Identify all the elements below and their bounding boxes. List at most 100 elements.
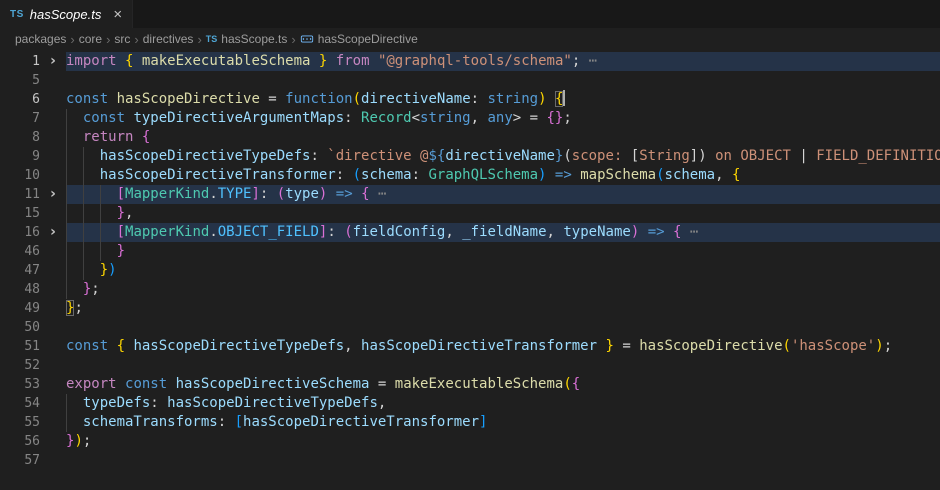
code-token: : xyxy=(218,414,235,430)
tab-title: hasScope.ts xyxy=(30,7,102,22)
code-line[interactable]: 7 const typeDirectiveArgumentMaps: Recor… xyxy=(0,109,940,128)
tab-hasscope-ts[interactable]: TS hasScope.ts × xyxy=(0,0,133,28)
code-editor[interactable]: 1›import { makeExecutableSchema } from "… xyxy=(0,50,940,470)
breadcrumb-item-directives[interactable]: directives xyxy=(143,32,194,46)
code-line[interactable]: 47 }) xyxy=(0,261,940,280)
code-token: MapperKind xyxy=(125,224,209,240)
code-token: : xyxy=(344,110,361,126)
code-content: [MapperKind.OBJECT_FIELD]: (fieldConfig,… xyxy=(66,223,940,242)
code-line[interactable]: 52 xyxy=(0,356,940,375)
code-token: : xyxy=(336,167,353,183)
code-line[interactable]: 50 xyxy=(0,318,940,337)
code-line[interactable]: 9 hasScopeDirectiveTypeDefs: `directive … xyxy=(0,147,940,166)
code-token: ] xyxy=(251,186,259,202)
code-token: directiveName xyxy=(445,148,555,164)
code-token: hasScopeDirectiveTransformer xyxy=(361,338,597,354)
code-token: string xyxy=(420,110,471,126)
code-token: makeExecutableSchema xyxy=(142,53,311,69)
code-content: } xyxy=(66,242,940,261)
line-number: 51 xyxy=(0,337,40,356)
code-token: ] xyxy=(479,414,487,430)
fold-gutter xyxy=(40,90,66,109)
gutter: 10 xyxy=(0,166,66,185)
code-token: { xyxy=(117,338,125,354)
close-icon[interactable]: × xyxy=(113,7,122,22)
code-token: ]) xyxy=(690,148,707,164)
fold-collapsed-icon[interactable]: › xyxy=(40,185,66,204)
breadcrumb-item-src[interactable]: src xyxy=(114,32,130,46)
code-line[interactable]: 8 return { xyxy=(0,128,940,147)
code-line[interactable]: 6const hasScopeDirective = function(dire… xyxy=(0,90,940,109)
code-token: ⋯ xyxy=(681,224,698,240)
code-token: ) xyxy=(875,338,883,354)
fold-collapsed-icon[interactable]: › xyxy=(40,223,66,242)
gutter: 5 xyxy=(0,71,66,90)
breadcrumb-item-core[interactable]: core xyxy=(79,32,102,46)
code-line[interactable]: 57 xyxy=(0,451,940,470)
fold-collapsed-icon[interactable]: › xyxy=(40,52,66,71)
breadcrumb-item-hasscope-ts[interactable]: TShasScope.ts xyxy=(206,32,288,46)
code-token: `directive @ xyxy=(327,148,428,164)
code-token: return xyxy=(83,129,142,145)
code-line[interactable]: 51const { hasScopeDirectiveTypeDefs, has… xyxy=(0,337,940,356)
code-line[interactable]: 49}; xyxy=(0,299,940,318)
code-token: ( xyxy=(344,224,352,240)
code-line[interactable]: 48 }; xyxy=(0,280,940,299)
code-token: ; xyxy=(884,338,892,354)
breadcrumb-item-hasscopedirective[interactable]: hasScopeDirective xyxy=(300,32,418,46)
code-line[interactable]: 5 xyxy=(0,71,940,90)
code-token: , xyxy=(471,110,488,126)
code-token: < xyxy=(412,110,420,126)
code-line[interactable]: 55 schemaTransforms: [hasScopeDirectiveT… xyxy=(0,413,940,432)
code-text: import { makeExecutableSchema } from "@g… xyxy=(66,52,940,71)
gutter: 15 xyxy=(0,204,66,223)
code-line[interactable]: 15 }, xyxy=(0,204,940,223)
code-token xyxy=(353,186,361,202)
code-text: }; xyxy=(66,280,940,299)
code-line[interactable]: 53export const hasScopeDirectiveSchema =… xyxy=(0,375,940,394)
code-line[interactable]: 16› [MapperKind.OBJECT_FIELD]: (fieldCon… xyxy=(0,223,940,242)
code-line[interactable]: 11› [MapperKind.TYPE]: (type) => { ⋯ xyxy=(0,185,940,204)
code-content: typeDefs: hasScopeDirectiveTypeDefs, xyxy=(66,394,940,413)
fold-gutter xyxy=(40,318,66,337)
code-token: => xyxy=(555,167,572,183)
code-line[interactable]: 56}); xyxy=(0,432,940,451)
code-token: schemaTransforms xyxy=(83,414,218,430)
code-line[interactable]: 54 typeDefs: hasScopeDirectiveTypeDefs, xyxy=(0,394,940,413)
code-token: hasScopeDirective xyxy=(117,91,260,107)
line-number: 55 xyxy=(0,413,40,432)
line-number: 49 xyxy=(0,299,40,318)
code-token: = xyxy=(260,91,285,107)
code-content: }) xyxy=(66,261,940,280)
code-line[interactable]: 46 } xyxy=(0,242,940,261)
code-token xyxy=(66,281,83,297)
code-token: : xyxy=(412,167,429,183)
code-token: const xyxy=(66,338,117,354)
code-line[interactable]: 1›import { makeExecutableSchema } from "… xyxy=(0,52,940,71)
gutter: 50 xyxy=(0,318,66,337)
gutter: 1› xyxy=(0,52,66,71)
code-token xyxy=(66,243,117,259)
code-token xyxy=(66,186,117,202)
breadcrumb-item-packages[interactable]: packages xyxy=(15,32,66,46)
code-token: import xyxy=(66,53,125,69)
code-content: hasScopeDirectiveTransformer: (schema: G… xyxy=(66,166,940,185)
code-token: } xyxy=(100,262,108,278)
breadcrumb-separator: › xyxy=(291,32,295,47)
code-token: on OBJECT xyxy=(707,148,800,164)
code-token: . xyxy=(209,224,217,240)
code-line[interactable]: 10 hasScopeDirectiveTransformer: (schema… xyxy=(0,166,940,185)
code-token xyxy=(327,53,335,69)
code-token: hasScopeDirective xyxy=(639,338,782,354)
code-token: { xyxy=(572,376,580,392)
code-token: : xyxy=(471,91,488,107)
code-token: ; xyxy=(563,110,571,126)
code-token: {} xyxy=(546,110,563,126)
fold-gutter xyxy=(40,299,66,318)
gutter: 56 xyxy=(0,432,66,451)
fold-gutter xyxy=(40,261,66,280)
breadcrumb-label: core xyxy=(79,32,102,46)
gutter: 48 xyxy=(0,280,66,299)
code-text: }; xyxy=(66,299,940,318)
code-token: ( xyxy=(563,376,571,392)
